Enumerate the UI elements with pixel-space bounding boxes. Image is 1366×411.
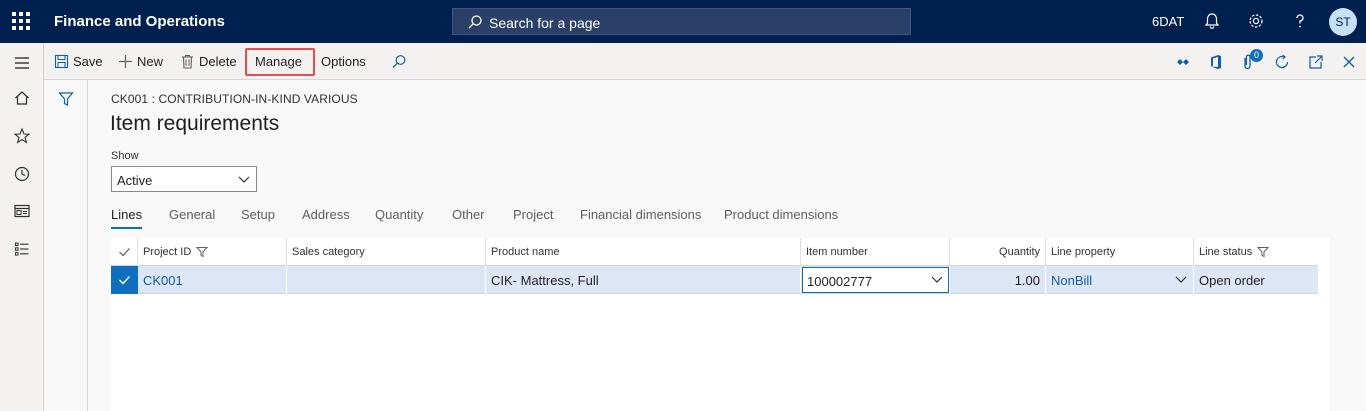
filter-icon[interactable] xyxy=(1257,246,1269,258)
help-icon[interactable] xyxy=(1291,12,1309,30)
column-header-label: Quantity xyxy=(999,246,1040,258)
filter-pane xyxy=(44,80,88,411)
open-new-window-icon[interactable] xyxy=(1307,53,1325,71)
show-select-value: Active xyxy=(117,173,153,188)
chevron-down-icon xyxy=(238,176,250,183)
column-header-item-number[interactable]: Item number xyxy=(801,238,950,266)
cell-line-status[interactable]: Open order xyxy=(1194,266,1318,294)
column-header-label: Item number xyxy=(806,246,868,258)
tab-financial-dimensions[interactable]: Financial dimensions xyxy=(580,207,701,222)
notification-badge: 0 xyxy=(1250,49,1263,62)
cell-line-property[interactable]: NonBill xyxy=(1046,266,1194,294)
cell-product-name[interactable]: CIK- Mattress, Full xyxy=(486,266,801,294)
tab-project[interactable]: Project xyxy=(513,207,553,222)
column-header-line-property[interactable]: Line property xyxy=(1046,238,1194,266)
new-button[interactable]: New xyxy=(118,43,163,80)
delete-button[interactable]: Delete xyxy=(180,43,237,80)
search-placeholder: Search for a page xyxy=(489,15,601,31)
column-header-label: Product name xyxy=(491,246,560,258)
tab-quantity[interactable]: Quantity xyxy=(375,207,423,222)
company-picker[interactable]: 6DAT xyxy=(1152,14,1184,29)
search-input[interactable]: Search for a page xyxy=(452,8,911,35)
tab-product-dimensions[interactable]: Product dimensions xyxy=(724,207,838,222)
close-icon[interactable] xyxy=(1340,53,1358,71)
app-title[interactable]: Finance and Operations xyxy=(54,13,225,30)
new-label: New xyxy=(137,54,164,69)
home-icon[interactable] xyxy=(13,89,31,107)
tab-setup[interactable]: Setup xyxy=(241,207,275,222)
line-status-value: Open order xyxy=(1199,273,1265,288)
avatar[interactable]: ST xyxy=(1329,8,1357,36)
delete-label: Delete xyxy=(199,54,237,69)
trash-icon xyxy=(182,55,193,69)
column-header-label: Sales category xyxy=(292,246,365,258)
checkmark-icon xyxy=(119,276,131,285)
office-icon[interactable] xyxy=(1207,53,1225,71)
project-id-link[interactable]: CK001 xyxy=(143,273,183,288)
chevron-down-icon[interactable] xyxy=(931,274,943,284)
tab-manage[interactable]: Manage xyxy=(255,43,302,80)
column-header-project-id[interactable]: Project ID xyxy=(138,238,287,266)
tab-general[interactable]: General xyxy=(169,207,215,222)
workspaces-icon[interactable] xyxy=(13,202,31,220)
clock-icon[interactable] xyxy=(13,165,31,183)
bell-icon[interactable] xyxy=(1203,12,1221,30)
plus-icon xyxy=(119,55,132,68)
top-bar: Finance and Operations Search for a page… xyxy=(0,0,1366,43)
column-header-label: Line status xyxy=(1199,246,1253,258)
show-select[interactable]: Active xyxy=(111,166,257,192)
checkmark-icon xyxy=(119,248,130,257)
cell-sales-category[interactable] xyxy=(287,266,486,294)
power-apps-icon[interactable] xyxy=(1174,53,1192,71)
filter-icon[interactable] xyxy=(196,246,208,258)
chevron-down-icon[interactable] xyxy=(1175,274,1187,284)
breadcrumb: CK001 : CONTRIBUTION-IN-KIND VARIOUS xyxy=(111,92,358,106)
cell-project-id[interactable]: CK001 xyxy=(138,266,287,294)
show-label: Show xyxy=(111,150,139,162)
left-navigation xyxy=(0,43,44,411)
modules-list-icon[interactable] xyxy=(13,240,31,258)
row-select-checkbox[interactable] xyxy=(111,266,138,294)
item-number-input[interactable]: 100002777 xyxy=(802,267,949,293)
tab-lines[interactable]: Lines xyxy=(111,207,143,229)
column-header-sales-category[interactable]: Sales category xyxy=(287,238,486,266)
column-header-label: Project ID xyxy=(143,246,192,258)
star-icon[interactable] xyxy=(13,127,31,145)
product-name-value: CIK- Mattress, Full xyxy=(491,273,599,288)
save-label: Save xyxy=(73,54,103,69)
line-property-value: NonBill xyxy=(1051,273,1093,288)
table-row[interactable]: CK001 CIK- Mattress, Full 100002777 1.00… xyxy=(111,266,1318,294)
column-header-label: Line property xyxy=(1051,246,1116,258)
column-header-quantity[interactable]: Quantity xyxy=(950,238,1046,266)
search-actions-icon[interactable] xyxy=(390,53,408,71)
select-all-column[interactable] xyxy=(111,238,138,266)
hamburger-icon[interactable] xyxy=(13,54,31,72)
save-icon xyxy=(54,54,69,69)
quantity-value: 1.00 xyxy=(1014,273,1040,288)
lines-grid: Project ID Sales category Product name I… xyxy=(111,238,1330,411)
tab-options[interactable]: Options xyxy=(321,43,366,80)
search-icon xyxy=(468,15,482,29)
tab-other[interactable]: Other xyxy=(452,207,485,222)
save-button[interactable]: Save xyxy=(54,43,103,80)
filter-icon[interactable] xyxy=(57,90,75,108)
app-launcher-icon[interactable] xyxy=(12,12,30,30)
page-title: Item requirements xyxy=(110,112,280,135)
column-header-line-status[interactable]: Line status xyxy=(1194,238,1318,266)
refresh-icon[interactable] xyxy=(1273,53,1291,71)
action-pane: Save New Delete Manage Options 0 xyxy=(44,43,1366,80)
cell-quantity[interactable]: 1.00 xyxy=(950,266,1046,294)
item-number-value: 100002777 xyxy=(807,274,873,289)
column-header-product-name[interactable]: Product name xyxy=(486,238,801,266)
tab-address[interactable]: Address xyxy=(302,207,350,222)
gear-icon[interactable] xyxy=(1247,12,1265,30)
